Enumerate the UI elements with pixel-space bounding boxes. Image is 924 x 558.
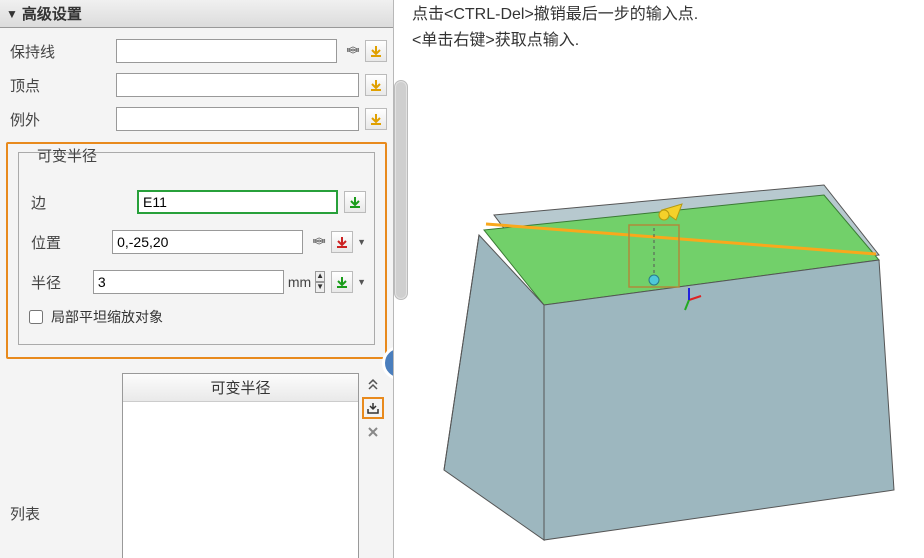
label-edge: 边 — [27, 192, 137, 213]
hint-line2: <单击右键>获取点输入. — [412, 28, 698, 54]
row-radius: 半径 mm ▲ ▼ ▼ — [27, 262, 366, 302]
row-checkbox-flat[interactable]: 局部平坦缩放对象 — [27, 302, 366, 332]
checkbox-flat-scale[interactable] — [29, 310, 43, 324]
label-radius: 半径 — [27, 272, 93, 293]
import-icon[interactable] — [362, 397, 384, 419]
row-position: 位置 ︽︾ ▼ — [27, 222, 366, 262]
down-arrow-icon[interactable] — [365, 40, 387, 62]
scrollbar-thumb[interactable] — [396, 82, 406, 298]
spinner-radius[interactable]: ▲ ▼ — [315, 271, 325, 293]
down-arrow-icon[interactable] — [365, 74, 387, 96]
dropdown-caret-icon[interactable]: ▼ — [357, 237, 366, 247]
group-variable-radius: 可变半径 边 位置 ︽︾ ▼ — [6, 142, 387, 359]
input-except[interactable] — [116, 107, 359, 131]
list-box[interactable]: 可变半径 — [122, 373, 359, 558]
list-body[interactable] — [123, 402, 358, 558]
label-keepline: 保持线 — [6, 41, 116, 62]
unit-radius: mm — [288, 274, 311, 290]
chevron-keepline[interactable]: ︽︾ — [343, 40, 363, 62]
cube-model[interactable] — [424, 120, 904, 550]
close-icon[interactable] — [362, 421, 384, 443]
input-edge[interactable] — [137, 190, 338, 214]
red-down-arrow-icon[interactable] — [331, 231, 353, 253]
input-keepline[interactable] — [116, 39, 337, 63]
green-down-arrow-icon[interactable] — [344, 191, 366, 213]
collapse-icon: ▼ — [6, 7, 18, 21]
scrollbar[interactable] — [394, 80, 408, 300]
hint-line1: 点击<CTRL-Del>撤销最后一步的输入点. — [412, 2, 698, 28]
label-position: 位置 — [27, 232, 112, 253]
label-except: 例外 — [6, 109, 116, 130]
down-arrow-icon[interactable] — [365, 108, 387, 130]
3d-viewport[interactable]: 点击<CTRL-Del>撤销最后一步的输入点. <单击右键>获取点输入. — [394, 0, 924, 558]
label-list: 列表 — [6, 373, 122, 558]
green-down-arrow-icon[interactable] — [331, 271, 353, 293]
checkbox-flat-label: 局部平坦缩放对象 — [51, 307, 163, 327]
panel-header[interactable]: ▼ 高级设置 — [0, 0, 393, 28]
hint-text: 点击<CTRL-Del>撤销最后一步的输入点. <单击右键>获取点输入. — [412, 2, 698, 54]
row-edge: 边 — [27, 182, 366, 222]
spinner-up-icon[interactable]: ▲ — [315, 271, 325, 282]
chevron-position[interactable]: ︽︾ — [309, 231, 329, 253]
panel-title: 高级设置 — [22, 3, 82, 24]
input-vertex[interactable] — [116, 73, 359, 97]
input-radius[interactable] — [93, 270, 284, 294]
row-vertex: 顶点 — [6, 68, 387, 102]
spinner-down-icon[interactable]: ▼ — [315, 282, 325, 293]
row-except: 例外 — [6, 102, 387, 136]
double-up-icon[interactable] — [362, 373, 384, 395]
row-keepline: 保持线 ︽︾ — [6, 34, 387, 68]
dropdown-caret-icon[interactable]: ▼ — [357, 277, 366, 287]
label-vertex: 顶点 — [6, 75, 116, 96]
list-section: 列表 可变半径 — [6, 373, 387, 558]
list-header: 可变半径 — [123, 374, 358, 402]
input-position[interactable] — [112, 230, 303, 254]
